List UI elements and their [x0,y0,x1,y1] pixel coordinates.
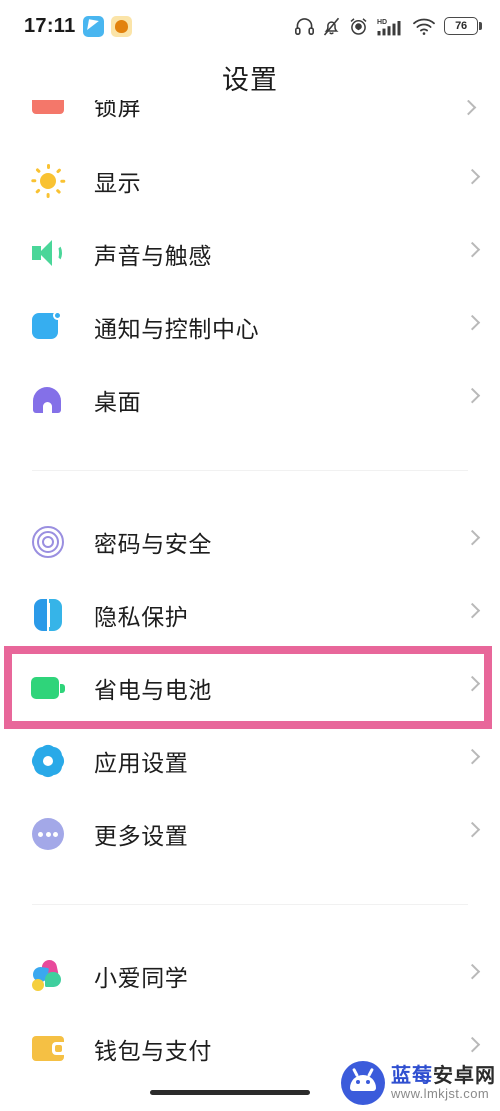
settings-row-xiaoai[interactable]: 小爱同学 [0,939,500,1012]
sound-speaker-icon [30,236,66,272]
status-bar: 17:11 HD 76 [0,0,500,52]
settings-row-notifications[interactable]: 通知与控制中心 [0,290,500,363]
settings-row-privacy[interactable]: 隐私保护 [0,578,500,651]
app-icon-amber [110,15,132,37]
hd-signal-icon: HD [377,17,404,36]
home-screen-icon [30,382,66,418]
wallet-icon [30,1031,66,1067]
row-label: 隐私保护 [94,603,189,630]
settings-row-home-screen[interactable]: 桌面 [0,363,500,436]
wifi-icon [413,17,435,35]
status-bar-right: HD 76 [295,17,482,36]
fingerprint-icon [30,524,66,560]
app-icon-blue [82,15,104,37]
status-time: 17:11 [24,14,76,37]
row-label: 应用设置 [94,749,189,776]
watermark-title: 蓝莓安卓网 [391,1064,496,1087]
chevron-right-icon [460,100,477,116]
chevron-right-icon [464,963,481,979]
chevron-right-icon [464,529,481,545]
display-sun-icon [30,163,66,199]
row-label: 小爱同学 [94,964,189,991]
home-indicator[interactable] [150,1090,310,1095]
battery-percent: 76 [455,20,467,32]
alarm-clock-icon [349,17,368,36]
settings-row-battery[interactable]: 省电与电池 [0,651,500,724]
app-gear-icon [28,740,68,781]
chevron-right-icon [464,1036,481,1052]
more-dots-icon [30,816,66,852]
row-label: 显示 [94,169,142,196]
chevron-right-icon [464,821,481,837]
watermark: 蓝莓安卓网 www.lmkjst.com [341,1061,496,1105]
watermark-url: www.lmkjst.com [391,1085,490,1101]
page-title: 设置 [222,65,278,95]
watermark-text: 蓝莓安卓网 www.lmkjst.com [391,1064,496,1101]
status-bar-left: 17:11 [24,15,132,38]
chevron-right-icon [464,748,481,764]
lock-screen-icon [30,100,66,122]
chevron-right-icon [464,241,481,257]
settings-row-display[interactable]: 显示 [0,144,500,217]
settings-row-more-settings[interactable]: 更多设置 [0,797,500,870]
svg-text:HD: HD [377,19,387,26]
battery-cap [479,22,482,30]
row-label: 密码与安全 [94,530,212,557]
chevron-right-icon [464,675,481,691]
row-label: 更多设置 [94,822,189,849]
battery-icon: 76 [444,17,482,35]
xiaoai-assistant-icon [30,958,66,994]
battery-saver-icon [30,670,66,706]
row-label: 省电与电池 [94,676,212,703]
settings-row-sound[interactable]: 声音与触感 [0,217,500,290]
row-label: 锁屏 [94,100,142,120]
settings-list: 锁屏 显示 声音与触感 通知与控制中心 桌面 密码与安全 隐私保护 省电与电池 … [0,100,500,1085]
settings-row-password-security[interactable]: 密码与安全 [0,505,500,578]
settings-section-1: 锁屏 显示 声音与触感 通知与控制中心 桌面 [0,100,500,436]
row-label: 通知与控制中心 [94,315,260,342]
chevron-right-icon [464,602,481,618]
row-label: 桌面 [94,388,142,415]
chevron-right-icon [464,168,481,184]
privacy-shield-icon [30,597,66,633]
settings-row-app-settings[interactable]: 应用设置 [0,724,500,797]
chevron-right-icon [464,314,481,330]
notification-icon [30,309,66,345]
row-label: 钱包与支付 [94,1037,212,1064]
settings-section-2: 密码与安全 隐私保护 省电与电池 应用设置 更多设置 [0,505,500,870]
headphones-icon [295,17,314,35]
android-robot-icon [341,1061,385,1105]
bell-muted-icon [323,17,340,36]
chevron-right-icon [464,387,481,403]
row-label: 声音与触感 [94,242,212,269]
settings-row-lock-screen[interactable]: 锁屏 [0,100,500,144]
